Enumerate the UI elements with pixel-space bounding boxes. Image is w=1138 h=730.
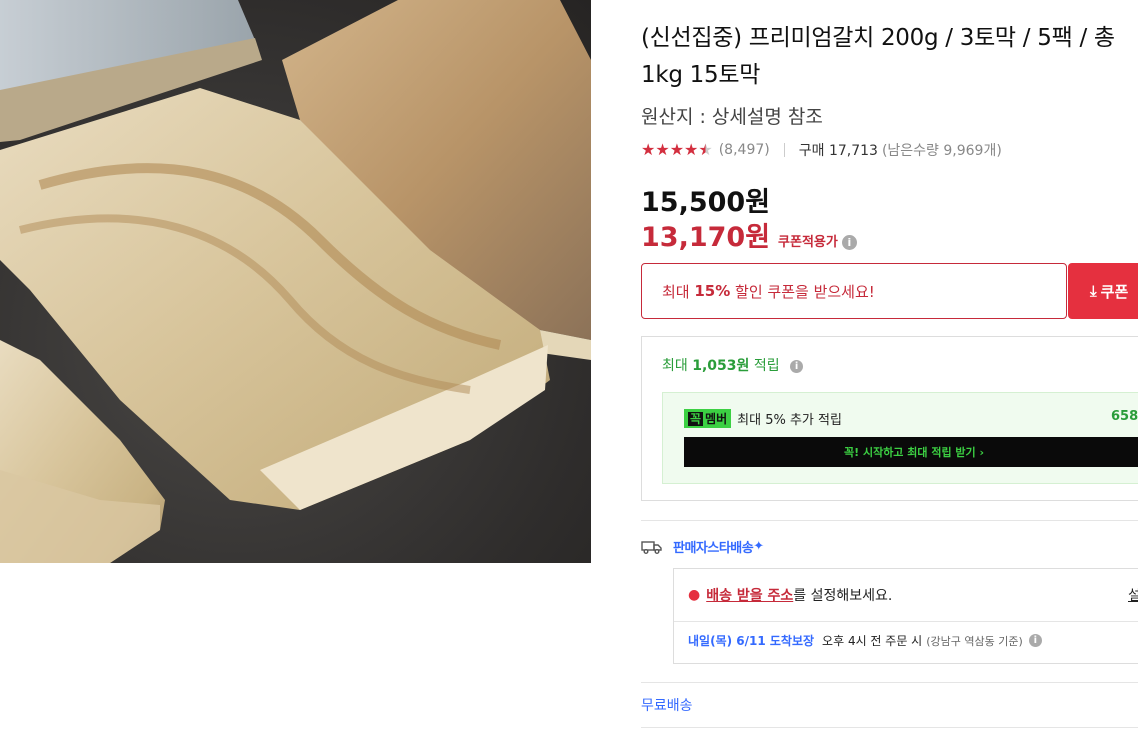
review-count-link[interactable]: (8,497) [719, 142, 770, 158]
membership-badge: 꼭 멤버 [684, 409, 732, 428]
sparkle-icon: ✦ [753, 539, 764, 554]
purchase-count: 구매 17,713 [798, 143, 878, 159]
product-info-panel: (신선집중) 프리미엄갈치 200g / 3토막 / 5팩 / 총 1kg 15… [641, 0, 1138, 730]
truck-icon [641, 540, 662, 554]
address-setup-link[interactable]: 배송 받을 주소 [706, 585, 793, 605]
reward-box: 최대 1,053원 적립 i 꼭 멤버 최대 5% 추가 적립 658 꼭! 시작… [641, 336, 1138, 501]
half-star-icon: ★ [698, 140, 713, 159]
coupon-percent: 15% [694, 282, 731, 300]
coupon-download-button[interactable]: ⤓ 쿠폰 [1068, 263, 1138, 319]
reward-amount: 1,053원 [692, 358, 750, 374]
badge-text: 멤버 [705, 412, 728, 426]
download-icon: ⤓ [1090, 282, 1097, 300]
coupon-price-label: 쿠폰적용가 [778, 235, 838, 250]
star-icon: ★ [641, 140, 656, 159]
address-suffix: 를 설정해보세요. [793, 588, 893, 604]
coupon-banner[interactable]: 최대 15% 할인 쿠폰을 받으세요! [641, 263, 1067, 319]
original-price: 15,500원 [641, 187, 771, 218]
membership-row: 꼭 멤버 최대 5% 추가 적립 [684, 409, 842, 428]
membership-box: 꼭 멤버 최대 5% 추가 적립 658 꼭! 시작하고 최대 적립 받기 › [662, 392, 1138, 484]
address-settings-link[interactable]: 설 [1128, 585, 1138, 605]
info-icon[interactable]: i [1028, 634, 1042, 647]
free-shipping-label: 무료배송 [641, 698, 693, 714]
product-title: (신선집중) 프리미엄갈치 200g / 3토막 / 5팩 / 총 1kg 15… [641, 25, 1115, 88]
address-box: ● 배송 받을 주소 를 설정해보세요. 설 내일(목) 6/11 도착보장 오… [673, 568, 1138, 664]
star-icon: ★ [669, 140, 685, 159]
sale-price-row: 13,170원 쿠폰적용가 i [641, 215, 857, 254]
product-origin: 원산지 : 상세설명 참조 [641, 106, 823, 128]
seller-star-delivery-badge: 판매자스타배송 [673, 541, 754, 556]
divider [783, 143, 785, 157]
membership-text: 최대 5% 추가 적립 [737, 413, 842, 428]
location-pin-icon: ● [688, 587, 701, 603]
badge-mark: 꼭 [688, 412, 704, 426]
divider [674, 621, 1138, 622]
delivery-header: 판매자스타배송 ✦ [641, 537, 764, 556]
reward-line: 최대 1,053원 적립 i [662, 355, 804, 375]
divider [641, 682, 1138, 683]
rating-row: ★ ★ ★ ★ ★ (8,497) 구매 17,713 (남은수량 9,969개… [641, 140, 1002, 160]
membership-amount: 658 [1111, 409, 1138, 424]
reward-suffix: 적립 [749, 358, 780, 374]
coupon-prefix: 최대 [662, 282, 695, 301]
info-icon[interactable]: i [841, 235, 857, 250]
sale-price: 13,170원 [641, 222, 771, 253]
divider [641, 520, 1138, 521]
remaining-quantity: (남은수량 9,969개) [881, 143, 1002, 159]
membership-start-button[interactable]: 꼭! 시작하고 최대 적립 받기 › [684, 437, 1138, 467]
star-icon: ★ [684, 140, 699, 159]
divider [641, 727, 1138, 728]
arrival-row: 내일(목) 6/11 도착보장 오후 4시 전 주문 시 (강남구 역삼동 기준… [688, 632, 1042, 649]
reward-prefix: 최대 [662, 358, 693, 374]
coupon-button-label: 쿠폰 [1100, 282, 1129, 301]
arrival-condition: 오후 4시 전 주문 시 [822, 634, 923, 648]
rating-stars[interactable]: ★ ★ ★ ★ ★ [641, 140, 713, 160]
address-row: ● 배송 받을 주소 를 설정해보세요. [688, 585, 892, 605]
product-image[interactable] [0, 0, 591, 563]
arrival-date: 내일(목) 6/11 도착보장 [688, 634, 815, 648]
coupon-suffix: 할인 쿠폰을 받으세요! [730, 282, 875, 301]
arrival-note: (강남구 역삼동 기준) [926, 634, 1023, 648]
info-icon[interactable]: i [790, 359, 804, 373]
star-icon: ★ [655, 140, 670, 159]
